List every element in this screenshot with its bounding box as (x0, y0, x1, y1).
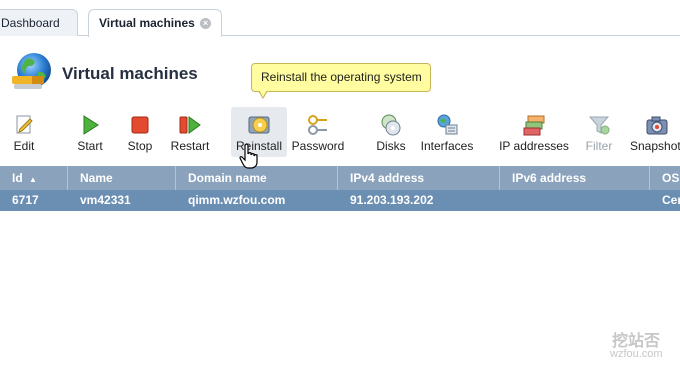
ip-addresses-label: IP addresses (499, 139, 569, 153)
cell-ipv6 (500, 190, 650, 211)
column-header-domain[interactable]: Domain name (176, 166, 338, 190)
tab-dashboard[interactable]: Dashboard (0, 9, 78, 36)
disks-button[interactable]: Disks (370, 107, 412, 157)
reinstall-icon (247, 113, 271, 137)
column-header-ipv4[interactable]: IPv4 address (338, 166, 500, 190)
column-header-id-label: Id (12, 171, 23, 185)
sort-ascending-icon: ▲ (29, 175, 37, 184)
cell-domain: qimm.wzfou.com (188, 193, 286, 207)
cell-id: 6717 (12, 193, 39, 207)
stop-button[interactable]: Stop (120, 107, 160, 157)
edit-icon (12, 113, 36, 137)
interfaces-icon (435, 113, 459, 137)
column-header-domain-label: Domain name (188, 171, 267, 185)
column-header-id[interactable]: Id ▲ (0, 166, 68, 190)
table-row[interactable]: 6717 vm42331 qimm.wzfou.com 91.203.193.2… (0, 190, 680, 211)
cell-name: vm42331 (80, 193, 131, 207)
password-button[interactable]: Password (290, 107, 346, 157)
restart-icon (178, 113, 202, 137)
stop-label: Stop (127, 139, 153, 153)
start-label: Start (77, 139, 103, 153)
tab-bar: Dashboard Virtual machines × (0, 0, 680, 37)
column-header-ipv4-label: IPv4 address (350, 171, 425, 185)
column-header-ipv6[interactable]: IPv6 address (500, 166, 650, 190)
close-tab-icon[interactable]: × (200, 18, 211, 29)
restart-label: Restart (170, 139, 210, 153)
tab-virtual-machines[interactable]: Virtual machines × (88, 9, 222, 37)
globe-icon (8, 50, 54, 96)
stop-icon (128, 113, 152, 137)
watermark-url: wzfou.com (610, 348, 663, 360)
snapshot-label: Snapshot (630, 139, 680, 153)
page-title: Virtual machines (62, 64, 198, 83)
snapshot-button[interactable]: Snapshot (626, 107, 680, 157)
hand-cursor-icon (239, 143, 261, 169)
edit-label: Edit (13, 139, 35, 153)
filter-label: Filter (585, 139, 613, 153)
interfaces-button[interactable]: Interfaces (418, 107, 476, 157)
ip-addresses-icon (522, 113, 546, 137)
password-label: Password (291, 139, 345, 153)
tab-dashboard-label: Dashboard (1, 16, 60, 30)
filter-button[interactable]: Filter (582, 107, 616, 157)
start-button[interactable]: Start (70, 107, 110, 157)
key-icon (306, 113, 330, 137)
restart-button[interactable]: Restart (168, 107, 212, 157)
column-header-name[interactable]: Name (68, 166, 176, 190)
disks-label: Disks (376, 139, 406, 153)
interfaces-label: Interfaces (420, 139, 474, 153)
tab-virtual-machines-label: Virtual machines (99, 16, 195, 30)
reinstall-tooltip: Reinstall the operating system (251, 63, 431, 99)
ip-addresses-button[interactable]: IP addresses (496, 107, 572, 157)
disks-icon (379, 113, 403, 137)
column-header-ipv6-label: IPv6 address (512, 171, 587, 185)
table-header: Id ▲ Name Domain name IPv4 address IPv6 … (0, 166, 680, 190)
cell-os: Cen (662, 193, 680, 207)
snapshot-icon (645, 113, 669, 137)
filter-icon (587, 113, 611, 137)
cell-ipv4: 91.203.193.202 (350, 193, 434, 207)
column-header-os[interactable]: OS (650, 166, 680, 190)
play-icon (78, 113, 102, 137)
column-header-name-label: Name (80, 171, 113, 185)
edit-button[interactable]: Edit (4, 107, 44, 157)
column-header-os-label: OS (662, 171, 680, 185)
